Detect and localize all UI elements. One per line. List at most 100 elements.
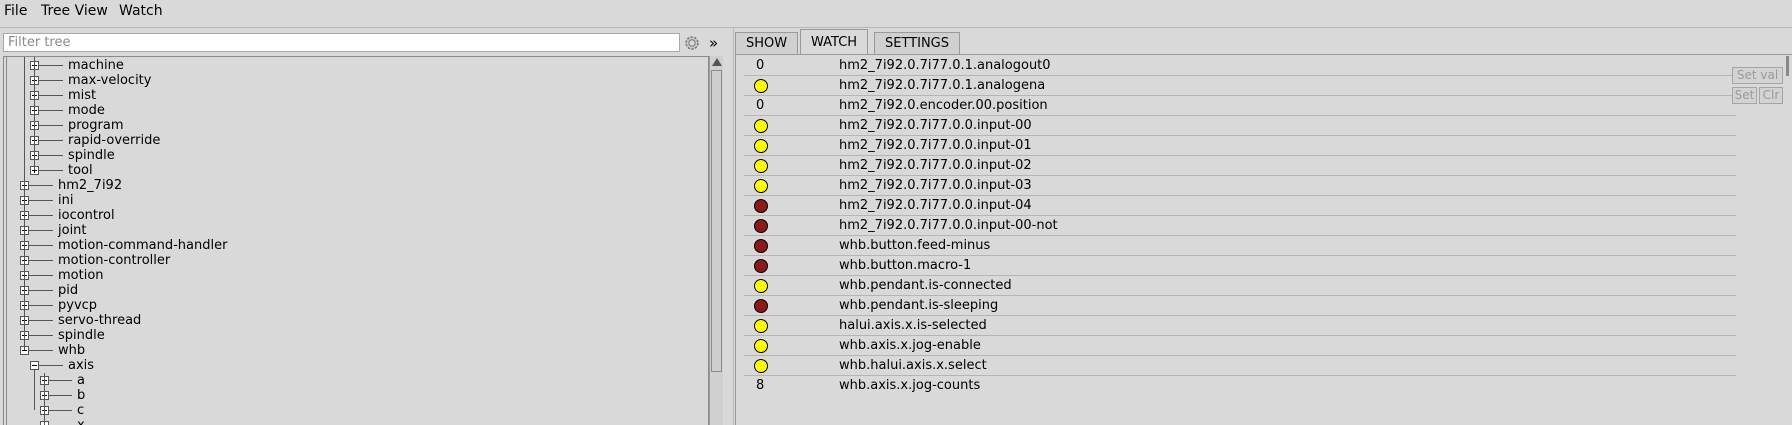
menu-watch[interactable]: Watch bbox=[119, 3, 163, 19]
menu-tree-view[interactable]: Tree View bbox=[41, 3, 108, 19]
tree-node-label: motion-controller bbox=[58, 253, 171, 268]
tree-node-label: pid bbox=[58, 283, 79, 298]
tab-show[interactable]: SHOW bbox=[735, 32, 799, 55]
tree-connector-line bbox=[29, 245, 53, 246]
watch-signal-name: whb.button.macro-1 bbox=[839, 258, 972, 273]
tree-node-label: axis bbox=[68, 358, 95, 373]
watch-value: 8 bbox=[756, 378, 765, 393]
watch-row[interactable]: hm2_7i92.0.7i77.0.0.input-01 bbox=[744, 136, 1792, 156]
tree-node[interactable]: servo-thread bbox=[4, 313, 704, 328]
tree-connector-line bbox=[39, 65, 63, 66]
watch-row[interactable]: whb.button.feed-minus bbox=[744, 236, 1792, 256]
tree-node-label: a bbox=[77, 373, 85, 388]
scrollbar-thumb[interactable] bbox=[711, 70, 722, 372]
led-on-indicator bbox=[754, 179, 768, 193]
tree-node[interactable]: machine bbox=[4, 58, 704, 73]
tree-guide-line bbox=[34, 370, 35, 410]
watch-signal-name: whb.halui.axis.x.select bbox=[839, 358, 987, 373]
tree-node[interactable]: motion-command-handler bbox=[4, 238, 704, 253]
tree-node[interactable]: x bbox=[4, 418, 704, 425]
collapse-minus-icon[interactable] bbox=[30, 361, 39, 370]
menu-file[interactable]: File bbox=[4, 3, 27, 19]
tree-node[interactable]: motion-controller bbox=[4, 253, 704, 268]
watch-row[interactable]: whb.halui.axis.x.select bbox=[744, 356, 1792, 376]
tree-node-label: iocontrol bbox=[58, 208, 115, 223]
tree-node[interactable]: max-velocity bbox=[4, 73, 704, 88]
led-off-indicator bbox=[754, 259, 768, 273]
tree-connector-line bbox=[29, 320, 53, 321]
tree-node[interactable]: tool bbox=[4, 163, 704, 178]
tree-connector-line bbox=[39, 365, 63, 366]
gear-icon[interactable] bbox=[683, 34, 701, 52]
tree-node[interactable]: rapid-override bbox=[4, 133, 704, 148]
tree-node-label: spindle bbox=[58, 328, 105, 343]
tree-connector-line bbox=[29, 260, 53, 261]
tree-connector-line bbox=[39, 80, 63, 81]
tree-node-label: tool bbox=[68, 163, 93, 178]
led-off-indicator bbox=[754, 219, 768, 233]
tree-node[interactable]: a bbox=[4, 373, 704, 388]
watch-signal-name: whb.pendant.is-connected bbox=[839, 278, 1012, 293]
tree-node[interactable]: mode bbox=[4, 103, 704, 118]
tab-settings[interactable]: SETTINGS bbox=[874, 32, 961, 55]
double-chevron-right-icon[interactable]: » bbox=[709, 34, 718, 52]
watch-row[interactable]: whb.pendant.is-connected bbox=[744, 276, 1792, 296]
tree-scrollbar[interactable] bbox=[709, 56, 723, 425]
watch-row[interactable]: hm2_7i92.0.7i77.0.0.input-00-not bbox=[744, 216, 1792, 236]
tree-node-label: c bbox=[77, 403, 85, 418]
tab-watch[interactable]: WATCH bbox=[800, 29, 869, 55]
watch-row[interactable]: 0 hm2_7i92.0.7i77.0.1.analogout0 bbox=[744, 56, 1792, 76]
hal-tree[interactable]: machine max-velocity mist mode program rapid-… bbox=[3, 56, 709, 425]
tree-connector-line bbox=[29, 215, 53, 216]
watch-row[interactable]: 0 hm2_7i92.0.encoder.00.position bbox=[744, 96, 1792, 116]
tree-node[interactable]: b bbox=[4, 388, 704, 403]
tree-node[interactable]: spindle bbox=[4, 148, 704, 163]
watch-row[interactable]: hm2_7i92.0.7i77.0.0.input-04 bbox=[744, 196, 1792, 216]
tree-node-label: ini bbox=[58, 193, 74, 208]
tree-connector-line bbox=[29, 230, 53, 231]
tree-node-label: b bbox=[77, 388, 86, 403]
watch-row[interactable]: whb.axis.x.jog-enable bbox=[744, 336, 1792, 356]
watch-row[interactable]: 8 whb.axis.x.jog-counts bbox=[744, 376, 1792, 396]
watch-row[interactable]: hm2_7i92.0.7i77.0.0.input-03 bbox=[744, 176, 1792, 196]
watch-list: 0 hm2_7i92.0.7i77.0.1.analogout0 hm2_7i92.… bbox=[735, 55, 1792, 425]
tree-connector-line bbox=[49, 395, 72, 396]
watch-row[interactable]: halui.axis.x.is-selected bbox=[744, 316, 1792, 336]
led-on-indicator bbox=[754, 279, 768, 293]
tree-node[interactable]: mist bbox=[4, 88, 704, 103]
tree-node[interactable]: hm2_7i92 bbox=[4, 178, 704, 193]
tree-node[interactable]: axis bbox=[4, 358, 704, 373]
tree-connector-line bbox=[29, 185, 53, 186]
watch-row[interactable]: whb.button.macro-1 bbox=[744, 256, 1792, 276]
set-value-button[interactable]: Set val bbox=[1732, 67, 1783, 84]
tree-node[interactable]: pyvcp bbox=[4, 298, 704, 313]
tree-node[interactable]: program bbox=[4, 118, 704, 133]
tree-node[interactable]: whb bbox=[4, 343, 704, 358]
watch-signal-name: hm2_7i92.0.7i77.0.0.input-00 bbox=[839, 118, 1032, 133]
tree-node[interactable]: joint bbox=[4, 223, 704, 238]
led-off-indicator bbox=[754, 239, 768, 253]
tree-node[interactable]: c bbox=[4, 403, 704, 418]
tree-node[interactable]: ini bbox=[4, 193, 704, 208]
tree-connector-line bbox=[29, 305, 53, 306]
panel-splitter[interactable] bbox=[723, 28, 734, 425]
tree-guide-line bbox=[24, 57, 25, 350]
set-button[interactable]: Set bbox=[1732, 87, 1757, 104]
watch-signal-name: whb.pendant.is-sleeping bbox=[839, 298, 999, 313]
tree-node[interactable]: pid bbox=[4, 283, 704, 298]
filter-tree-input[interactable] bbox=[3, 33, 680, 52]
scroll-up-arrow-icon[interactable] bbox=[712, 58, 722, 66]
watch-row[interactable]: hm2_7i92.0.7i77.0.0.input-02 bbox=[744, 156, 1792, 176]
watch-row[interactable]: whb.pendant.is-sleeping bbox=[744, 296, 1792, 316]
tree-node[interactable]: iocontrol bbox=[4, 208, 704, 223]
watch-signal-name: whb.axis.x.jog-counts bbox=[839, 378, 981, 393]
tree-node-label: rapid-override bbox=[68, 133, 161, 148]
tree-node[interactable]: motion bbox=[4, 268, 704, 283]
led-on-indicator bbox=[754, 319, 768, 333]
tree-node[interactable]: spindle bbox=[4, 328, 704, 343]
watch-row[interactable]: hm2_7i92.0.7i77.0.0.input-00 bbox=[744, 116, 1792, 136]
watch-row[interactable]: hm2_7i92.0.7i77.0.1.analogena bbox=[744, 76, 1792, 96]
tree-node-label: motion bbox=[58, 268, 104, 283]
watch-signal-name: hm2_7i92.0.7i77.0.1.analogena bbox=[839, 78, 1046, 93]
clear-button[interactable]: Clr bbox=[1759, 87, 1783, 104]
